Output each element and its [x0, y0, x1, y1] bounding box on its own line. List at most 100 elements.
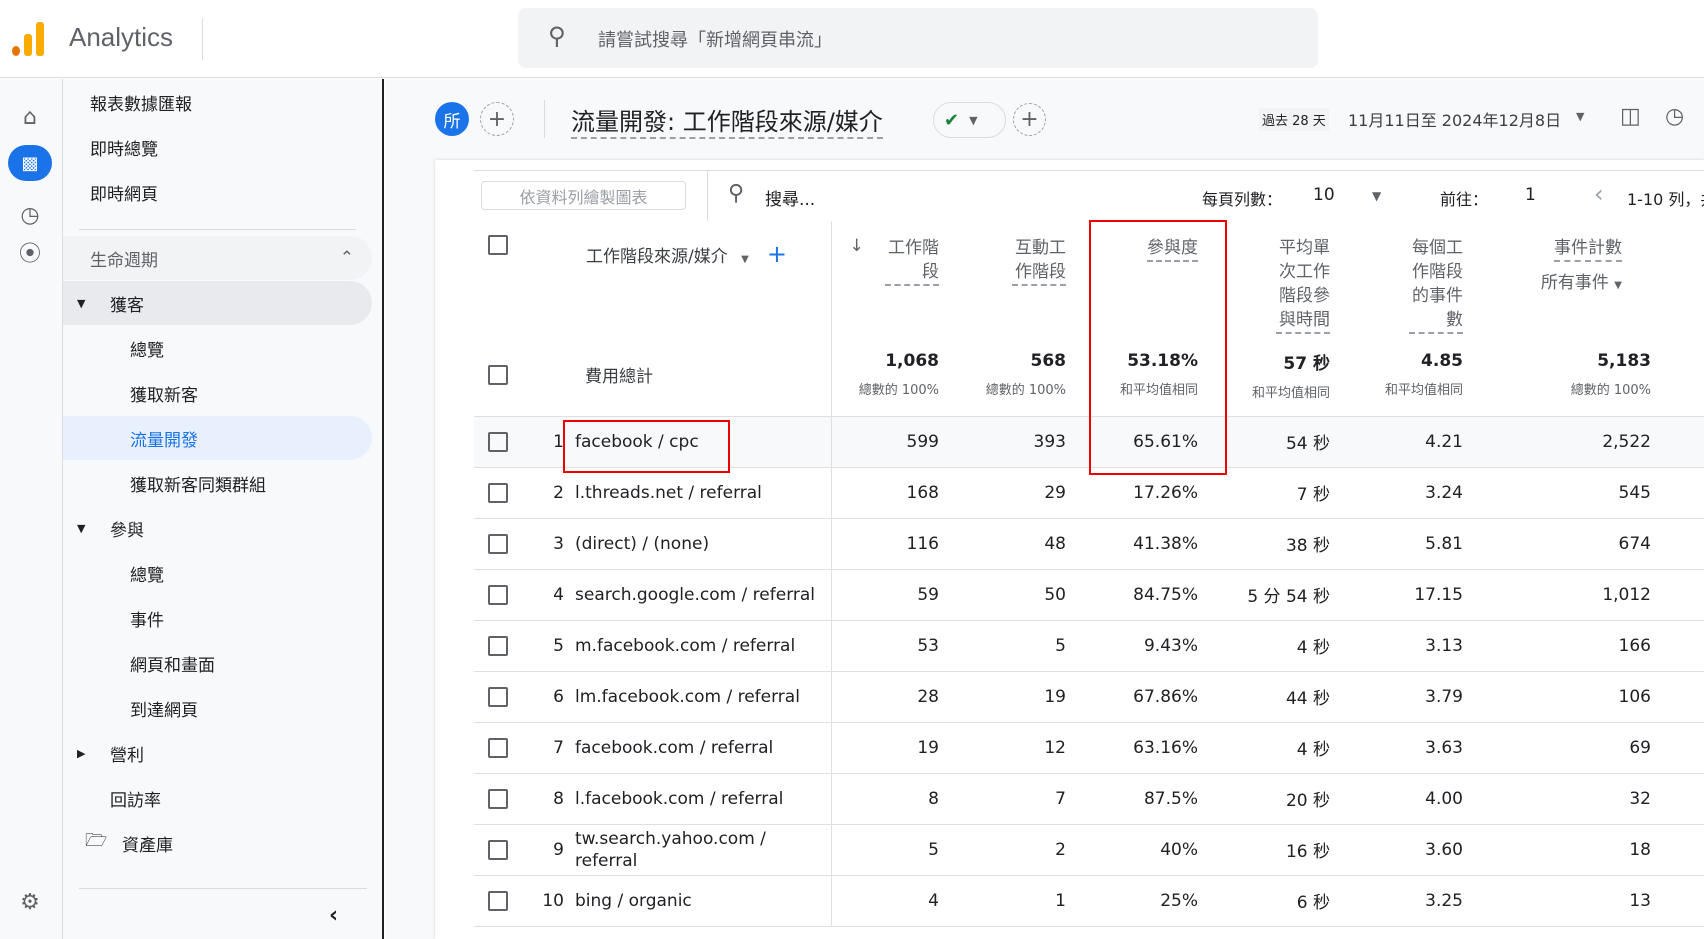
- row-source-medium[interactable]: lm.facebook.com / referral: [575, 671, 832, 723]
- dimension-selector[interactable]: 工作階段來源/媒介: [586, 247, 728, 267]
- col-engagement-rate[interactable]: 參與度: [1147, 236, 1198, 262]
- caret-down-icon: ▼: [77, 296, 86, 310]
- reports-icon[interactable]: ▩: [8, 145, 52, 181]
- row-checkbox[interactable]: [488, 482, 508, 503]
- add-comparison-button[interactable]: +: [480, 102, 514, 136]
- row-metric: 8: [831, 773, 950, 825]
- table-row[interactable]: 7 facebook.com / referral 19 12 63.16% 4 秒 3.6…: [474, 722, 1704, 774]
- row-metric: 54 秒: [1209, 416, 1341, 468]
- settings-gear-icon[interactable]: ⚙: [8, 884, 52, 920]
- row-source-medium[interactable]: facebook.com / referral: [575, 722, 832, 774]
- col-avg-engagement-time[interactable]: 平均單次工作階段參與時間: [1276, 236, 1330, 334]
- row-metric: 12: [950, 722, 1077, 774]
- date-range-picker[interactable]: 11月11日至 2024年12月8日: [1348, 107, 1561, 131]
- col-sessions[interactable]: 工作階段: [885, 236, 939, 286]
- caret-down-icon[interactable]: ▼: [1614, 280, 1622, 291]
- row-metric: 9.43%: [1077, 620, 1209, 672]
- row-metric: 84.75%: [1077, 569, 1209, 621]
- nav-eng-overview[interactable]: 總覽: [63, 551, 372, 595]
- nav-reports-snapshot[interactable]: 報表數據匯報: [63, 80, 372, 124]
- insights-icon[interactable]: ◷: [1665, 104, 1684, 129]
- row-checkbox[interactable]: [488, 584, 508, 605]
- nav-library[interactable]: 🗁 資產庫: [63, 821, 372, 865]
- row-source-medium[interactable]: bing / organic: [575, 875, 832, 927]
- row-source-medium[interactable]: facebook / cpc: [575, 416, 832, 468]
- row-source-medium[interactable]: (direct) / (none): [575, 518, 832, 570]
- comparison-avatar[interactable]: 所: [435, 102, 469, 136]
- row-source-medium[interactable]: tw.search.yahoo.com / referral: [575, 824, 832, 876]
- row-metric: 19: [950, 671, 1077, 723]
- row-checkbox[interactable]: [488, 635, 508, 656]
- row-checkbox[interactable]: [488, 788, 508, 809]
- nav-realtime-overview[interactable]: 即時總覽: [63, 125, 372, 169]
- col-events-per-session[interactable]: 每個工作階段的事件數: [1409, 236, 1463, 334]
- row-source-medium[interactable]: m.facebook.com / referral: [575, 620, 832, 672]
- title-status-dropdown[interactable]: ✔ ▼: [933, 102, 1006, 138]
- nav-acq-cohort[interactable]: 獲取新客同類群組: [63, 461, 372, 505]
- table-search-input[interactable]: 搜尋...: [765, 185, 815, 210]
- collapse-chevron-left-icon[interactable]: ‹: [329, 903, 338, 928]
- nav-engagement[interactable]: ▼ 參與: [63, 506, 372, 550]
- plot-rows-button[interactable]: 依資料列繪製圖表: [481, 181, 686, 210]
- totals-checkbox[interactable]: [488, 364, 508, 385]
- rows-per-page-select[interactable]: 10: [1313, 185, 1335, 205]
- nav-lifecycle[interactable]: 生命週期 ⌃: [63, 236, 372, 280]
- row-metric: 1: [950, 875, 1077, 927]
- nav-user-acquisition[interactable]: 獲取新客: [63, 371, 372, 415]
- row-metric: 5: [950, 620, 1077, 672]
- total-sub: 總數的 100%: [985, 383, 1066, 399]
- date-caret-icon[interactable]: ▼: [1576, 110, 1584, 123]
- row-source-medium[interactable]: l.facebook.com / referral: [575, 773, 832, 825]
- nav-monetization[interactable]: ▶ 營利: [63, 731, 372, 775]
- nav-traffic-acquisition[interactable]: 流量開發: [63, 416, 372, 460]
- row-checkbox[interactable]: [488, 839, 508, 860]
- page-title: 流量開發: 工作階段來源/媒介: [571, 102, 883, 139]
- add-button[interactable]: +: [1013, 103, 1046, 136]
- select-all-checkbox[interactable]: [488, 235, 508, 255]
- table-row[interactable]: 6 lm.facebook.com / referral 28 19 67.86% 44 …: [474, 671, 1704, 723]
- table-row[interactable]: 4 search.google.com / referral 59 50 84.75% 5…: [474, 569, 1704, 621]
- row-metric: 4 秒: [1209, 722, 1341, 774]
- row-source-medium[interactable]: search.google.com / referral: [575, 569, 832, 621]
- home-icon[interactable]: ⌂: [8, 99, 52, 135]
- explore-icon[interactable]: ◷: [8, 197, 52, 233]
- customize-report-icon[interactable]: ◫: [1620, 104, 1641, 129]
- caret-down-icon[interactable]: ▼: [741, 254, 749, 265]
- row-metric: 29: [950, 467, 1077, 519]
- nav-acq-overview[interactable]: 總覽: [63, 326, 372, 370]
- goto-page-input[interactable]: 1: [1525, 185, 1536, 205]
- nav-acquisition[interactable]: ▼ 獲客: [63, 281, 372, 325]
- prev-page-chevron-icon[interactable]: ‹: [1594, 180, 1604, 208]
- col-event-count[interactable]: 事件計數: [1554, 236, 1622, 262]
- col-engaged-sessions[interactable]: 互動工作階段: [1012, 236, 1066, 286]
- sort-arrow-icon[interactable]: ↓: [850, 236, 864, 256]
- advertising-icon[interactable]: ⦿: [8, 234, 52, 270]
- caret-down-icon[interactable]: ▼: [1372, 189, 1381, 203]
- totals-row: 費用總計 1,068 總數的 100% 568 總數的 100% 53.18% 和平均…: [474, 334, 1704, 417]
- row-checkbox[interactable]: [488, 686, 508, 707]
- icon-rail: ⌂ ▩ ◷ ⦿ ⚙: [0, 79, 63, 939]
- nav-retention[interactable]: 回訪率: [63, 776, 372, 820]
- nav-events[interactable]: 事件: [63, 596, 372, 640]
- row-checkbox[interactable]: [488, 737, 508, 758]
- search-input[interactable]: ⚲ 請嘗試搜尋「新增網頁串流」: [518, 8, 1318, 68]
- row-checkbox[interactable]: [488, 431, 508, 452]
- table-row[interactable]: 2 l.threads.net / referral 168 29 17.26% 7 秒3…: [474, 467, 1704, 519]
- table-row[interactable]: 5 m.facebook.com / referral 53 5 9.43% 4 秒 3.1…: [474, 620, 1704, 672]
- row-checkbox[interactable]: [488, 890, 508, 911]
- table-row[interactable]: 8 l.facebook.com / referral 8 7 87.5% 20 秒 4.0…: [474, 773, 1704, 825]
- row-source-medium[interactable]: l.threads.net / referral: [575, 467, 832, 519]
- nav-label: 即時總覽: [90, 139, 158, 160]
- nav-landing-page[interactable]: 到達網頁: [63, 686, 372, 730]
- table-row[interactable]: 1 facebook / cpc 599 393 65.61% 54 秒 4.21 2,522: [474, 416, 1704, 468]
- nav-realtime-pages[interactable]: 即時網頁: [63, 170, 372, 214]
- row-metric: 17.26%: [1077, 467, 1209, 519]
- row-rank: 4: [531, 569, 575, 621]
- add-dimension-icon[interactable]: +: [767, 240, 787, 268]
- table-row[interactable]: 10 bing / organic 4 1 25% 6 秒 3.25 13: [474, 875, 1704, 927]
- table-row[interactable]: 3 (direct) / (none) 116 48 41.38% 38 秒 5.81 674: [474, 518, 1704, 570]
- table-row[interactable]: 9 tw.search.yahoo.com / referral 5 2 40% 16 秒…: [474, 824, 1704, 876]
- row-checkbox[interactable]: [488, 533, 508, 554]
- nav-pages-screens[interactable]: 網頁和畫面: [63, 641, 372, 685]
- event-filter-select[interactable]: 所有事件: [1541, 268, 1609, 293]
